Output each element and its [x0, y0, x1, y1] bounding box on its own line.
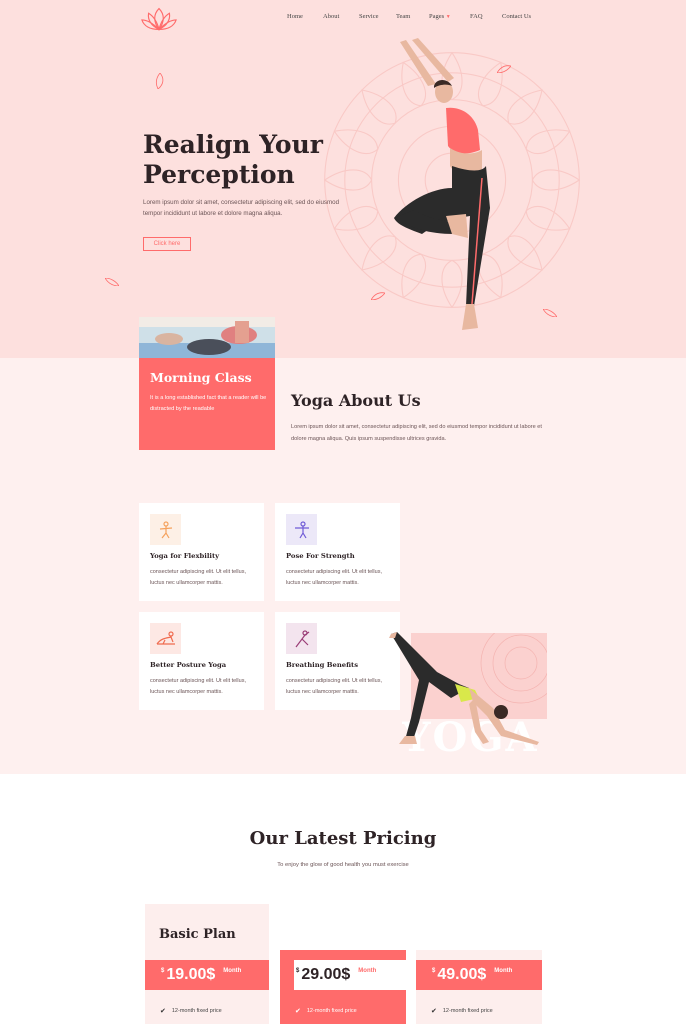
service-title: Pose For Strength — [286, 552, 355, 560]
currency-symbol: $ — [161, 968, 165, 974]
plan-feature: ✔ 12-month fixed price — [431, 1007, 493, 1015]
check-icon: ✔ — [160, 1008, 166, 1015]
check-icon: ✔ — [431, 1008, 437, 1015]
price-bar-premium: $ 49.00$ Month — [416, 960, 542, 990]
service-title: Breathing Benefits — [286, 661, 359, 669]
hero-title-line2: Perception — [143, 160, 295, 189]
pricing-title: Our Latest Pricing — [249, 828, 437, 849]
check-icon: ✔ — [295, 1008, 301, 1015]
nav-about[interactable]: About — [323, 13, 339, 20]
morning-class-photo — [139, 317, 275, 358]
hero-title-line1: Realign Your — [143, 130, 323, 159]
nav-team[interactable]: Team — [396, 13, 410, 20]
pricing-subtitle: To enjoy the glow of good health you mus… — [277, 862, 409, 868]
price-bar-standard: $ 29.00$ Month — [280, 960, 406, 990]
price-bar-basic: $ 19.00$ Month — [145, 960, 269, 990]
service-text: consectetur adipiscing elit. Ut elit tel… — [150, 569, 246, 586]
hero-description: Lorem ipsum dolor sit amet, consectetur … — [143, 199, 340, 217]
service-card-strength[interactable]: Pose For Strength consectetur adipiscing… — [275, 503, 400, 601]
about-title: Yoga About Us — [291, 391, 421, 410]
plan-feature-text: 12-month fixed price — [442, 1008, 493, 1014]
plan-feature-text: 12-month fixed price — [171, 1008, 222, 1014]
chevron-down-icon: ▼ — [445, 15, 451, 20]
service-text: consectetur adipiscing elit. Ut elit tel… — [286, 678, 382, 695]
click-here-button[interactable]: Click here — [143, 237, 191, 251]
about-text: Lorem ipsum dolor sit amet, consectetur … — [291, 424, 542, 442]
nav-service[interactable]: Service — [359, 13, 379, 20]
service-text: consectetur adipiscing elit. Ut elit tel… — [286, 569, 382, 586]
service-card-breathing[interactable]: Breathing Benefits consectetur adipiscin… — [275, 612, 400, 710]
service-card-flexibility[interactable]: Yoga for Flexbility consectetur adipisci… — [139, 503, 264, 601]
leaf-icon — [543, 309, 557, 317]
leaf-icon — [155, 73, 164, 89]
lotus-logo-icon[interactable] — [140, 4, 178, 34]
breathing-icon — [286, 623, 317, 654]
morning-class-title: Morning Class — [150, 370, 252, 385]
morning-class-text: It is a long established fact that a rea… — [150, 395, 267, 412]
yoga-pose-icon — [150, 514, 181, 545]
plan-period: Month — [223, 968, 242, 974]
hero-section: Home About Service Team Pages ▼ FAQ Cont… — [0, 0, 686, 358]
plan-price: 29.00$ — [301, 966, 351, 983]
leaf-icon — [105, 278, 119, 286]
service-title: Yoga for Flexbility — [150, 552, 220, 560]
plan-period: Month — [494, 968, 513, 974]
class-photo-image — [139, 317, 275, 358]
hero-title: Realign Your Perception — [143, 130, 333, 190]
yoga-woman-tree-pose-image — [394, 38, 490, 330]
plan-feature-text: 12-month fixed price — [306, 1008, 357, 1014]
strength-pose-icon — [286, 514, 317, 545]
nav-faq[interactable]: FAQ — [470, 13, 483, 20]
nav-pages[interactable]: Pages ▼ — [429, 13, 451, 20]
nav-contact[interactable]: Contact Us — [502, 13, 531, 20]
plan-price: 49.00$ — [437, 966, 487, 983]
nav-home[interactable]: Home — [287, 13, 303, 20]
morning-class-card: Morning Class It is a long established f… — [139, 358, 275, 450]
service-text: consectetur adipiscing elit. Ut elit tel… — [150, 678, 246, 695]
currency-symbol: $ — [432, 968, 436, 974]
service-title: Better Posture Yoga — [150, 661, 227, 669]
yoga-woman-downward-dog-image — [389, 632, 539, 745]
plan-feature: ✔ 12-month fixed price — [160, 1007, 222, 1015]
service-card-posture[interactable]: Better Posture Yoga consectetur adipisci… — [139, 612, 264, 710]
nav-pages-label: Pages — [429, 13, 445, 20]
plan-feature: ✔ 12-month fixed price — [295, 1007, 357, 1015]
plan-period: Month — [358, 968, 377, 974]
posture-icon — [150, 623, 181, 654]
plan-name: Basic Plan — [159, 927, 236, 942]
plan-price: 19.00$ — [166, 966, 216, 983]
currency-symbol: $ — [296, 968, 300, 974]
